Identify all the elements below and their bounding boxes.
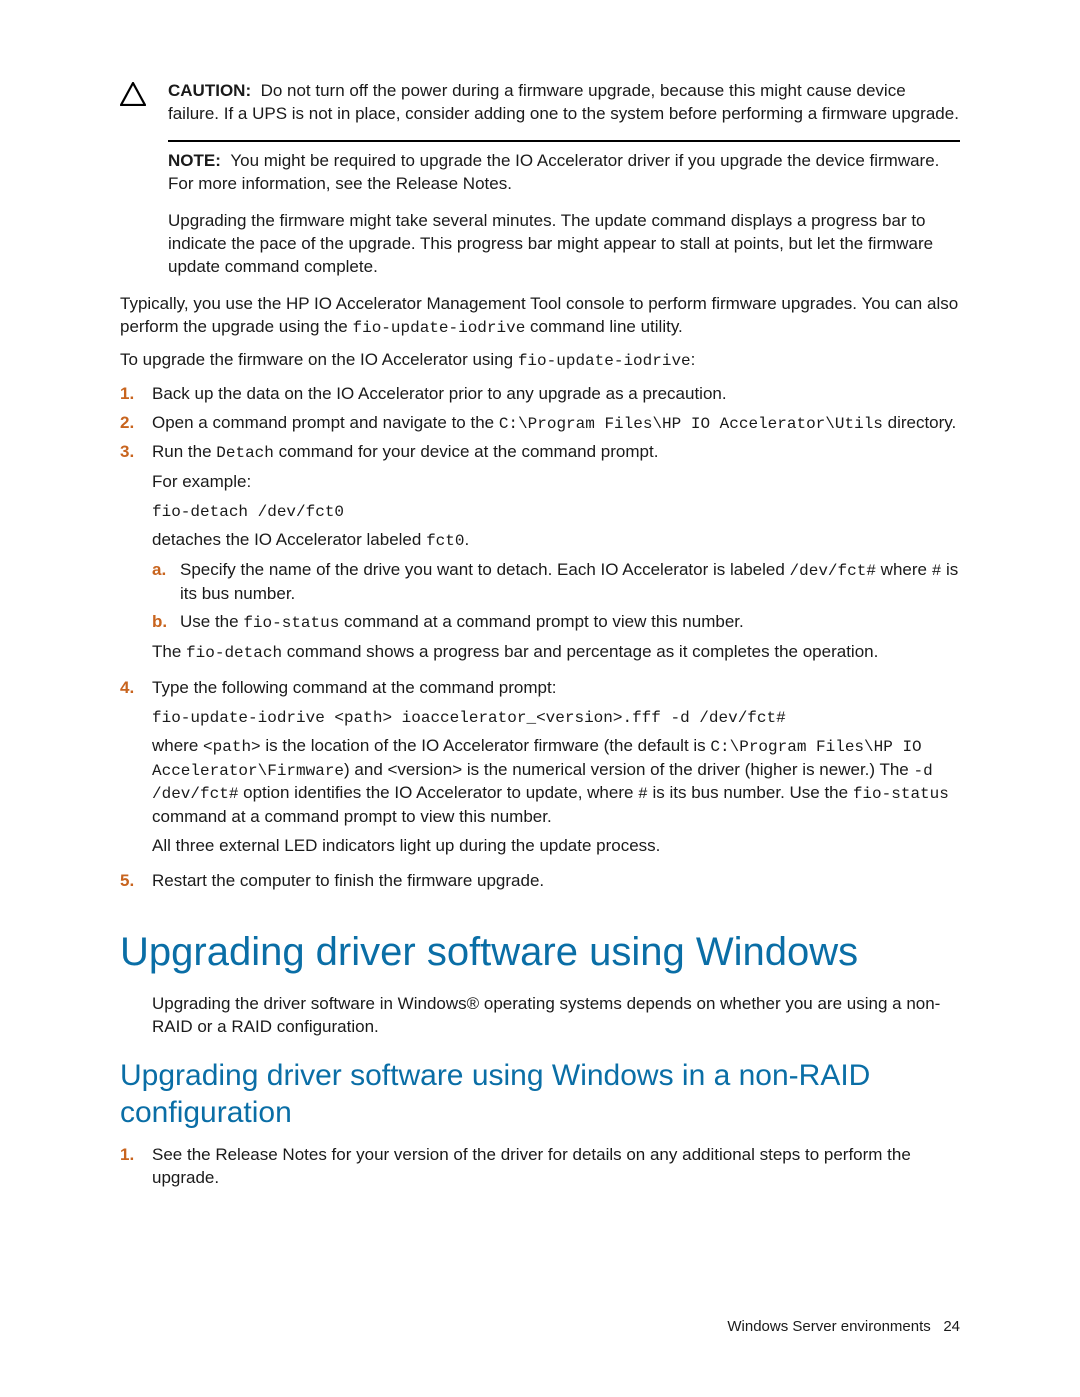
non-raid-step-1: 1. See the Release Notes for your versio… xyxy=(120,1144,960,1190)
step-3-marker: 3. xyxy=(120,441,152,670)
step-4-content: Type the following command at the comman… xyxy=(152,677,960,864)
warning-triangle-icon xyxy=(120,82,146,106)
step-1: 1. Back up the data on the IO Accelerato… xyxy=(120,383,960,406)
step-3-detach-line: detaches the IO Accelerator labeled fct0… xyxy=(152,529,960,553)
s3a-mid: where xyxy=(876,560,932,579)
step-4-lead: Type the following command at the comman… xyxy=(152,678,556,697)
step-3-pre: Run the xyxy=(152,442,216,461)
s3b-code: fio-status xyxy=(243,614,339,632)
step-2: 2. Open a command prompt and navigate to… xyxy=(120,412,960,436)
step-3-for-example: For example: xyxy=(152,471,960,494)
caution-icon-col xyxy=(120,80,168,126)
note-body: You might be required to upgrade the IO … xyxy=(168,151,939,193)
to-upgrade-line: To upgrade the firmware on the IO Accele… xyxy=(120,349,960,373)
step-4-marker: 4. xyxy=(120,677,152,864)
caution-text: CAUTION: Do not turn off the power durin… xyxy=(168,80,960,126)
non-raid-step-1-text: See the Release Notes for your version o… xyxy=(152,1144,960,1190)
to-upgrade-pre: To upgrade the firmware on the IO Accele… xyxy=(120,350,518,369)
caution-block: CAUTION: Do not turn off the power durin… xyxy=(120,80,960,126)
step-3-code: Detach xyxy=(216,444,274,462)
footer-label: Windows Server environments xyxy=(727,1318,930,1335)
typical-intro-post: command line utility. xyxy=(525,317,682,336)
typical-intro-code: fio-update-iodrive xyxy=(352,319,525,337)
step-2-code: C:\Program Files\HP IO Accelerator\Utils xyxy=(499,415,883,433)
non-raid-step-1-marker: 1. xyxy=(120,1144,152,1190)
step-3: 3. Run the Detach command for your devic… xyxy=(120,441,960,670)
step-3b: b. Use the fio-status command at a comma… xyxy=(152,611,960,635)
step-2-pre: Open a command prompt and navigate to th… xyxy=(152,413,499,432)
s4-mid1: is the location of the IO Accelerator fi… xyxy=(261,736,711,755)
caution-body: Do not turn off the power during a firmw… xyxy=(168,81,959,123)
heading-non-raid: Upgrading driver software using Windows … xyxy=(120,1057,960,1132)
upgrade-info-text: Upgrading the firmware might take severa… xyxy=(168,211,933,276)
step-3-example-code: fio-detach /dev/fct0 xyxy=(152,503,344,521)
s3a-pre: Specify the name of the drive you want t… xyxy=(180,560,790,579)
firmware-steps: 1. Back up the data on the IO Accelerato… xyxy=(120,383,960,893)
s4-mid2: ) and <version> is the numerical version… xyxy=(344,760,913,779)
step-2-marker: 2. xyxy=(120,412,152,436)
step-4-led: All three external LED indicators light … xyxy=(152,835,960,858)
s4-c1: <path> xyxy=(203,738,261,756)
s3b-post: command at a command prompt to view this… xyxy=(339,612,743,631)
step-3-post: command for your device at the command p… xyxy=(274,442,659,461)
s3-tail-code: fio-detach xyxy=(186,644,282,662)
s3a-code2: # xyxy=(932,562,942,580)
footer-page-number: 24 xyxy=(943,1318,960,1335)
page: CAUTION: Do not turn off the power durin… xyxy=(0,0,1080,1397)
s4-pre: where xyxy=(152,736,203,755)
step-1-marker: 1. xyxy=(120,383,152,406)
page-footer: Windows Server environments 24 xyxy=(727,1317,960,1337)
s3a-code1: /dev/fct# xyxy=(790,562,876,580)
step-3-tail: The fio-detach command shows a progress … xyxy=(152,641,960,665)
to-upgrade-code: fio-update-iodrive xyxy=(518,352,691,370)
step-3-detach-pre: detaches the IO Accelerator labeled xyxy=(152,530,426,549)
step-3-detach-code: fct0 xyxy=(426,532,464,550)
step-3a: a. Specify the name of the drive you wan… xyxy=(152,559,960,606)
to-upgrade-post: : xyxy=(691,350,696,369)
step-4-command: fio-update-iodrive <path> ioaccelerator_… xyxy=(152,709,786,727)
step-5-marker: 5. xyxy=(120,870,152,893)
step-3-detach-post: . xyxy=(464,530,469,549)
s3-tail-pre: The xyxy=(152,642,186,661)
step-2-post: directory. xyxy=(883,413,956,432)
non-raid-steps: 1. See the Release Notes for your versio… xyxy=(120,1144,960,1190)
step-3a-text: Specify the name of the drive you want t… xyxy=(180,559,960,606)
step-4-para: where <path> is the location of the IO A… xyxy=(152,735,960,829)
s4-c5: fio-status xyxy=(853,785,949,803)
s4-mid4: is its bus number. Use the xyxy=(648,783,853,802)
note-lead: NOTE: xyxy=(168,151,221,170)
heading-upgrading-driver: Upgrading driver software using Windows xyxy=(120,925,960,979)
step-3b-text: Use the fio-status command at a command … xyxy=(180,611,960,635)
s4-c4: # xyxy=(638,785,648,803)
upgrade-info: Upgrading the firmware might take severa… xyxy=(168,210,960,279)
step-4: 4. Type the following command at the com… xyxy=(120,677,960,864)
step-1-text: Back up the data on the IO Accelerator p… xyxy=(152,383,960,406)
s3b-pre: Use the xyxy=(180,612,243,631)
s3-tail-post: command shows a progress bar and percent… xyxy=(282,642,878,661)
divider xyxy=(168,140,960,142)
step-5-text: Restart the computer to finish the firmw… xyxy=(152,870,960,893)
note-block: NOTE: You might be required to upgrade t… xyxy=(168,150,960,196)
step-2-text: Open a command prompt and navigate to th… xyxy=(152,412,960,436)
s4-post: command at a command prompt to view this… xyxy=(152,807,552,826)
h1-body: Upgrading the driver software in Windows… xyxy=(152,993,960,1039)
step-3b-marker: b. xyxy=(152,611,180,635)
step-5: 5. Restart the computer to finish the fi… xyxy=(120,870,960,893)
step-3a-marker: a. xyxy=(152,559,180,606)
s4-mid3: option identifies the IO Accelerator to … xyxy=(238,783,638,802)
step-3-substeps: a. Specify the name of the drive you wan… xyxy=(152,559,960,635)
step-3-content: Run the Detach command for your device a… xyxy=(152,441,960,670)
typical-intro: Typically, you use the HP IO Accelerator… xyxy=(120,293,960,340)
caution-lead: CAUTION: xyxy=(168,81,251,100)
